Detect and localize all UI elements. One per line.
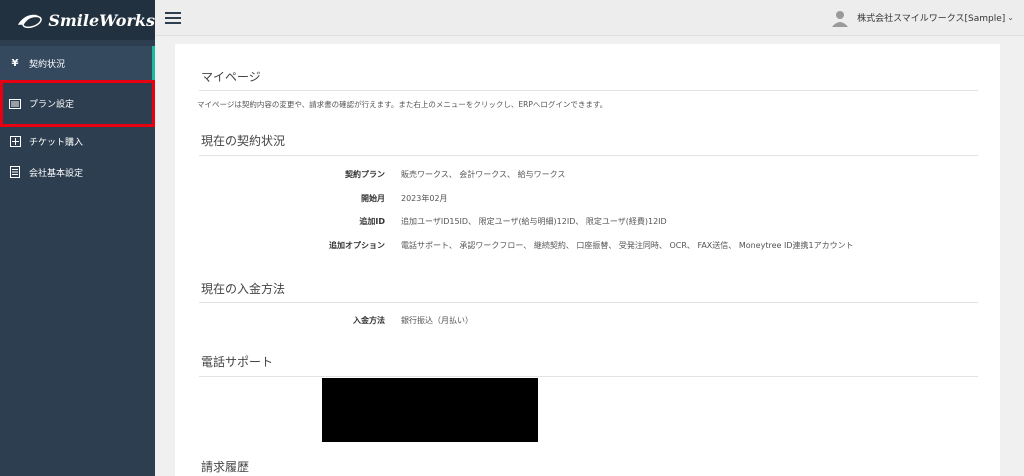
divider xyxy=(199,302,978,303)
plus-box-icon xyxy=(9,135,21,147)
additional-id-label: 追加ID xyxy=(359,217,385,226)
additional-id-value: 追加ユーザID15ID、 限定ユーザ(給与明細)12ID、 限定ユーザ(経費)1… xyxy=(401,217,667,226)
phone-support-section-title: 電話サポート xyxy=(201,355,274,369)
user-menu[interactable]: 株式会社スマイルワークス[Sample] ⌄ xyxy=(831,9,1014,27)
company-name: 株式会社スマイルワークス[Sample] xyxy=(857,14,1006,24)
sidebar-item-contract-status[interactable]: ¥ 契約状況 xyxy=(0,46,155,80)
payment-method-value: 銀行振込（月払い） xyxy=(401,316,473,325)
sidebar-item-company-settings[interactable]: 会社基本設定 xyxy=(0,155,155,189)
contract-plan-value: 販売ワークス、 会計ワークス、 給与ワークス xyxy=(401,170,566,179)
page-description: マイページは契約内容の変更や、請求書の確認が行えます。また右上のメニューをクリッ… xyxy=(197,100,608,109)
contract-plan-label: 契約プラン xyxy=(345,170,385,179)
document-icon xyxy=(9,166,21,178)
main-panel: マイページ マイページは契約内容の変更や、請求書の確認が行えます。また右上のメニ… xyxy=(175,44,1000,476)
payment-section-title: 現在の入金方法 xyxy=(201,282,286,296)
divider xyxy=(199,90,978,91)
sidebar-item-label: 契約状況 xyxy=(29,59,66,70)
sidebar-item-label: チケット購入 xyxy=(29,137,84,148)
top-bar: 株式会社スマイルワークス[Sample] ⌄ xyxy=(155,0,1024,36)
divider xyxy=(199,376,978,377)
brand[interactable]: SmileWorks xyxy=(0,0,155,40)
sidebar-item-ticket-purchase[interactable]: チケット購入 xyxy=(0,127,155,155)
additional-options-value: 電話サポート、 承認ワークフロー、 継続契約、 口座振替、 受発注同時、 OCR… xyxy=(401,241,854,250)
billing-history-section-title: 請求履歴 xyxy=(201,460,250,474)
brand-logo-icon xyxy=(17,14,42,29)
start-month-label: 開始月 xyxy=(361,194,385,203)
sidebar: SmileWorks ¥ 契約状況 プラン設定 チケット購入 会社基本設定 xyxy=(0,0,155,476)
start-month-value: 2023年02月 xyxy=(401,194,448,203)
contract-section-title: 現在の契約状況 xyxy=(201,134,286,148)
yen-icon: ¥ xyxy=(11,57,19,69)
list-icon xyxy=(9,98,21,110)
additional-options-label: 追加オプション xyxy=(329,241,385,250)
page-title: マイページ xyxy=(201,70,261,84)
redacted-block xyxy=(322,378,538,442)
payment-method-label: 入金方法 xyxy=(353,316,385,325)
divider xyxy=(199,155,978,156)
sidebar-item-plan-settings[interactable]: プラン設定 xyxy=(0,80,155,127)
hamburger-menu-icon[interactable] xyxy=(165,11,181,24)
brand-name: SmileWorks xyxy=(48,10,155,30)
sidebar-item-label: プラン設定 xyxy=(29,100,75,110)
avatar-icon xyxy=(832,10,849,27)
chevron-down-icon: ⌄ xyxy=(1007,13,1014,22)
sidebar-item-label: 会社基本設定 xyxy=(29,168,84,179)
